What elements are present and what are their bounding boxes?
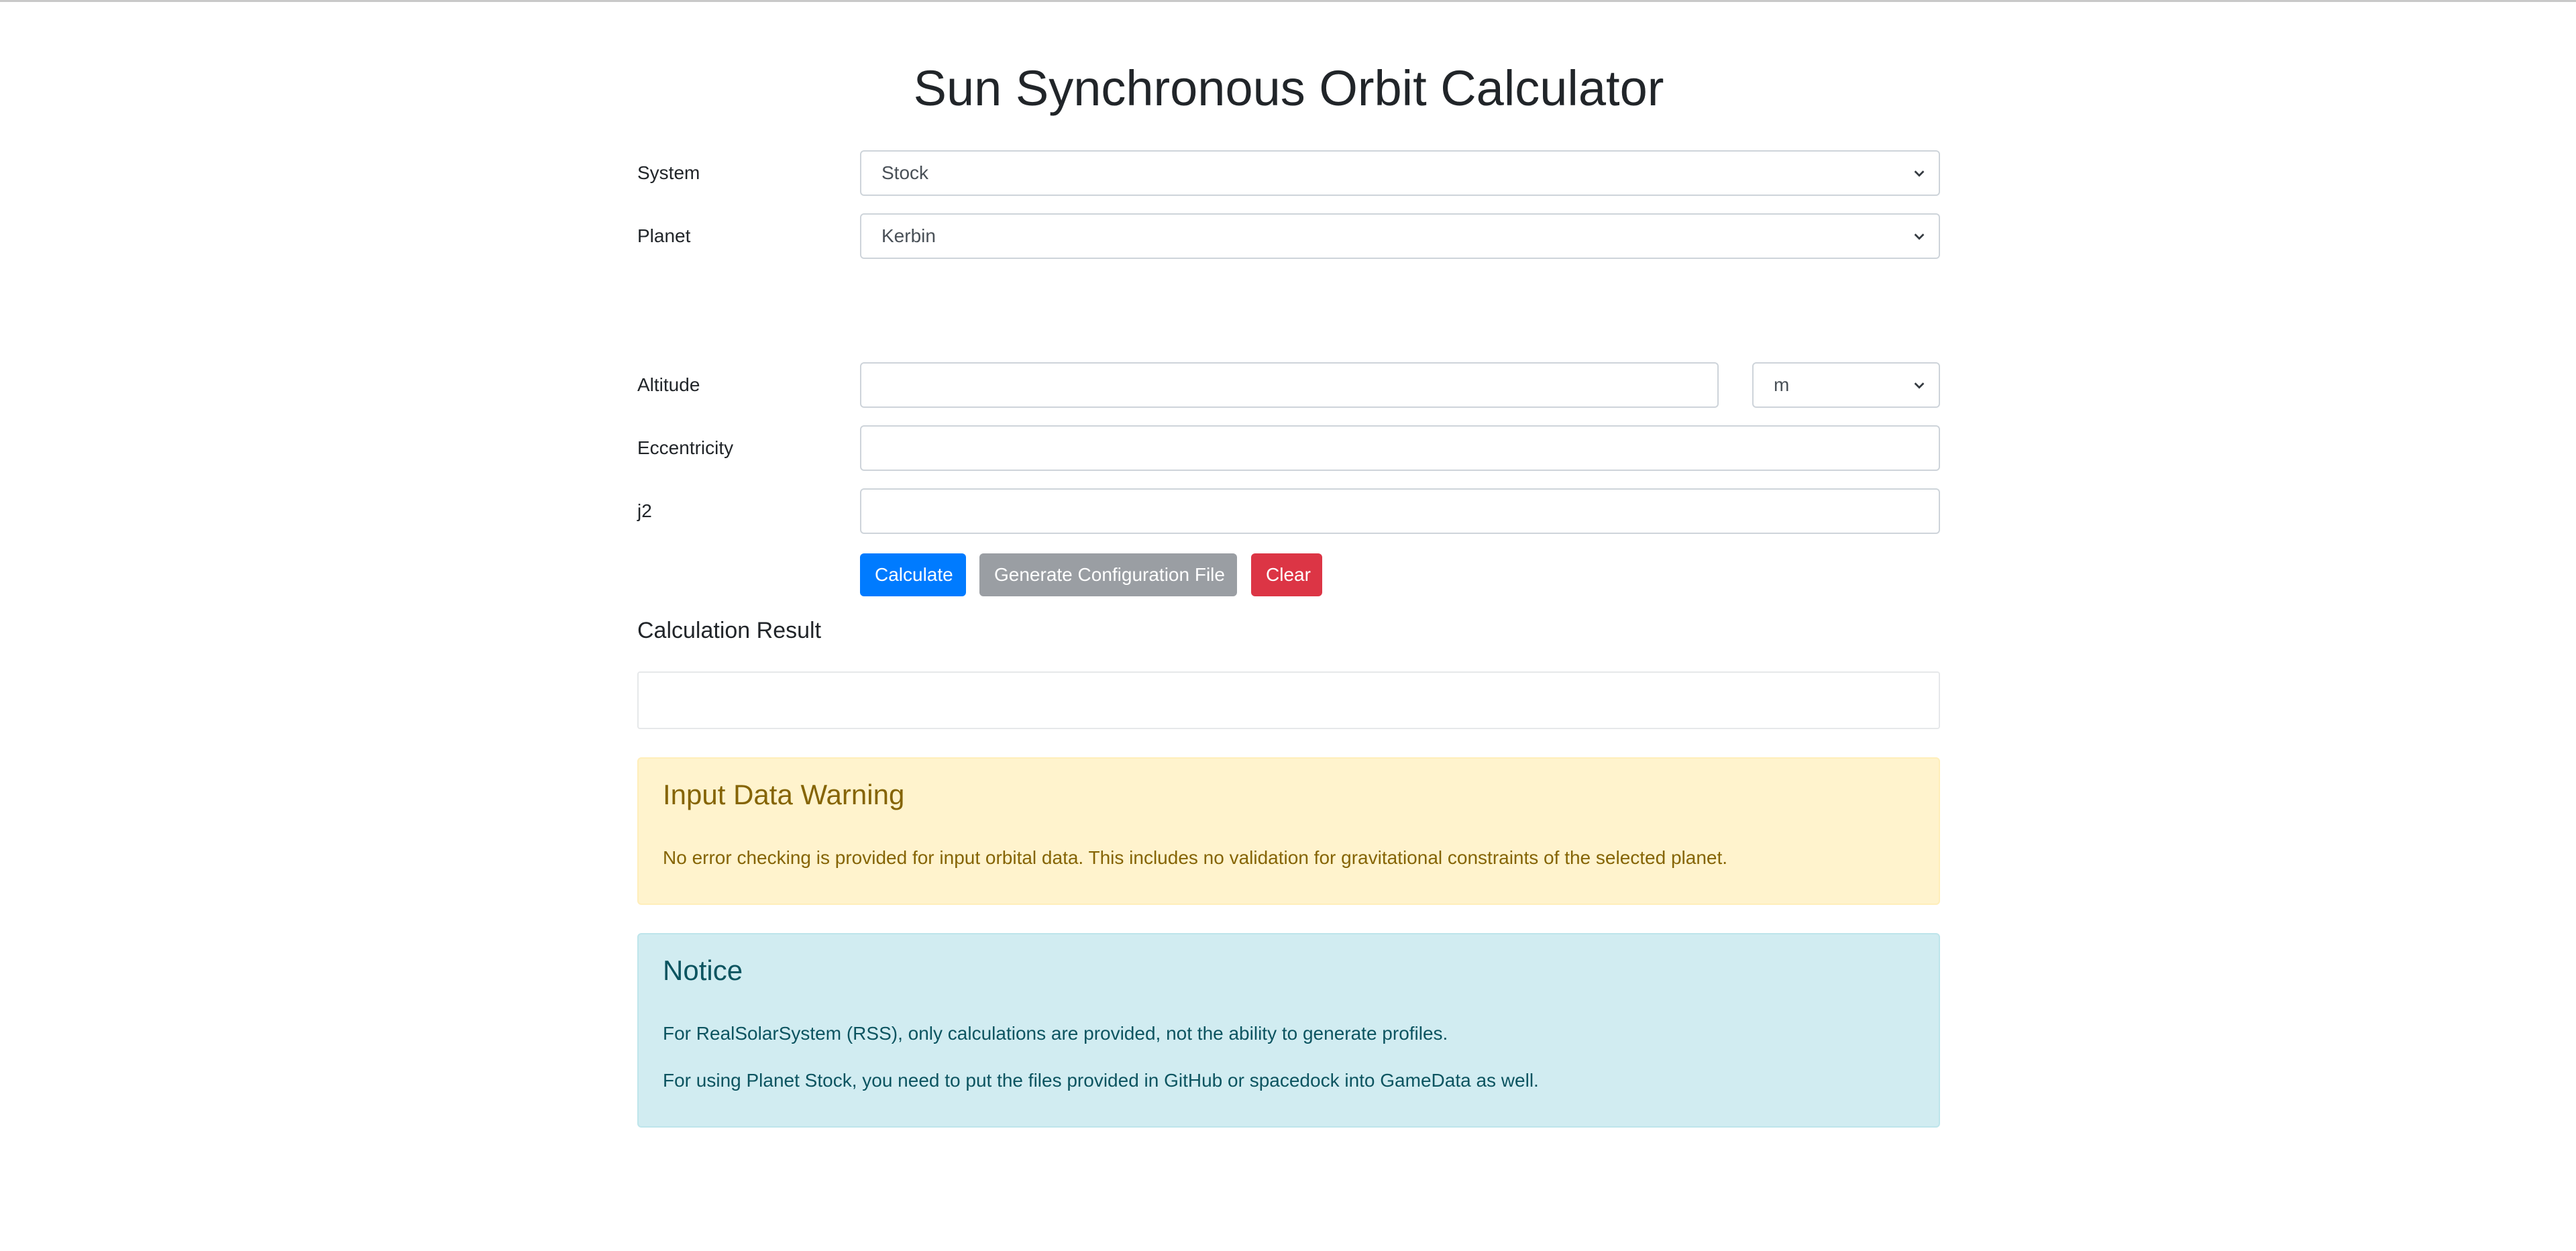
altitude-unit-select[interactable]: m: [1752, 362, 1940, 408]
altitude-label: Altitude: [637, 374, 700, 395]
notice-heading: Notice: [663, 955, 743, 986]
notice-line-2: For using Planet Stock, you need to put …: [663, 1070, 1539, 1091]
page-title: Sun Synchronous Orbit Calculator: [913, 60, 1664, 116]
chevron-down-icon: [1912, 229, 1927, 243]
planet-row: Planet Kerbin: [637, 213, 1940, 259]
system-select-value: Stock: [881, 162, 929, 183]
eccentricity-row: Eccentricity: [637, 425, 1940, 471]
generate-config-button[interactable]: Generate Configuration File: [979, 553, 1237, 596]
j2-input[interactable]: [860, 488, 1940, 534]
planet-select-value: Kerbin: [881, 225, 936, 246]
top-divider: [0, 0, 2576, 2]
eccentricity-input[interactable]: [860, 425, 1940, 471]
j2-label: j2: [637, 500, 652, 521]
system-row: System Stock: [637, 150, 1940, 196]
altitude-row: Altitude m: [637, 362, 1940, 408]
system-select[interactable]: Stock: [860, 150, 1940, 196]
result-box: [637, 671, 1940, 729]
j2-row: j2: [637, 488, 1940, 534]
notice-line-1: For RealSolarSystem (RSS), only calculat…: [663, 1023, 1448, 1044]
eccentricity-label: Eccentricity: [637, 437, 734, 458]
altitude-unit-value: m: [1774, 374, 1790, 395]
planet-label: Planet: [637, 225, 691, 246]
system-label: System: [637, 162, 700, 183]
chevron-down-icon: [1912, 166, 1927, 180]
warning-heading: Input Data Warning: [663, 779, 905, 810]
altitude-input[interactable]: [860, 362, 1719, 408]
button-row: Calculate Generate Configuration File Cl…: [637, 553, 1940, 599]
clear-button[interactable]: Clear: [1251, 553, 1322, 596]
warning-alert: Input Data Warning No error checking is …: [637, 757, 1940, 905]
calculate-button[interactable]: Calculate: [860, 553, 966, 596]
warning-text: No error checking is provided for input …: [663, 847, 1728, 868]
chevron-down-icon: [1912, 378, 1927, 392]
planet-select[interactable]: Kerbin: [860, 213, 1940, 259]
result-title: Calculation Result: [637, 618, 822, 643]
notice-alert: Notice For RealSolarSystem (RSS), only c…: [637, 933, 1940, 1128]
